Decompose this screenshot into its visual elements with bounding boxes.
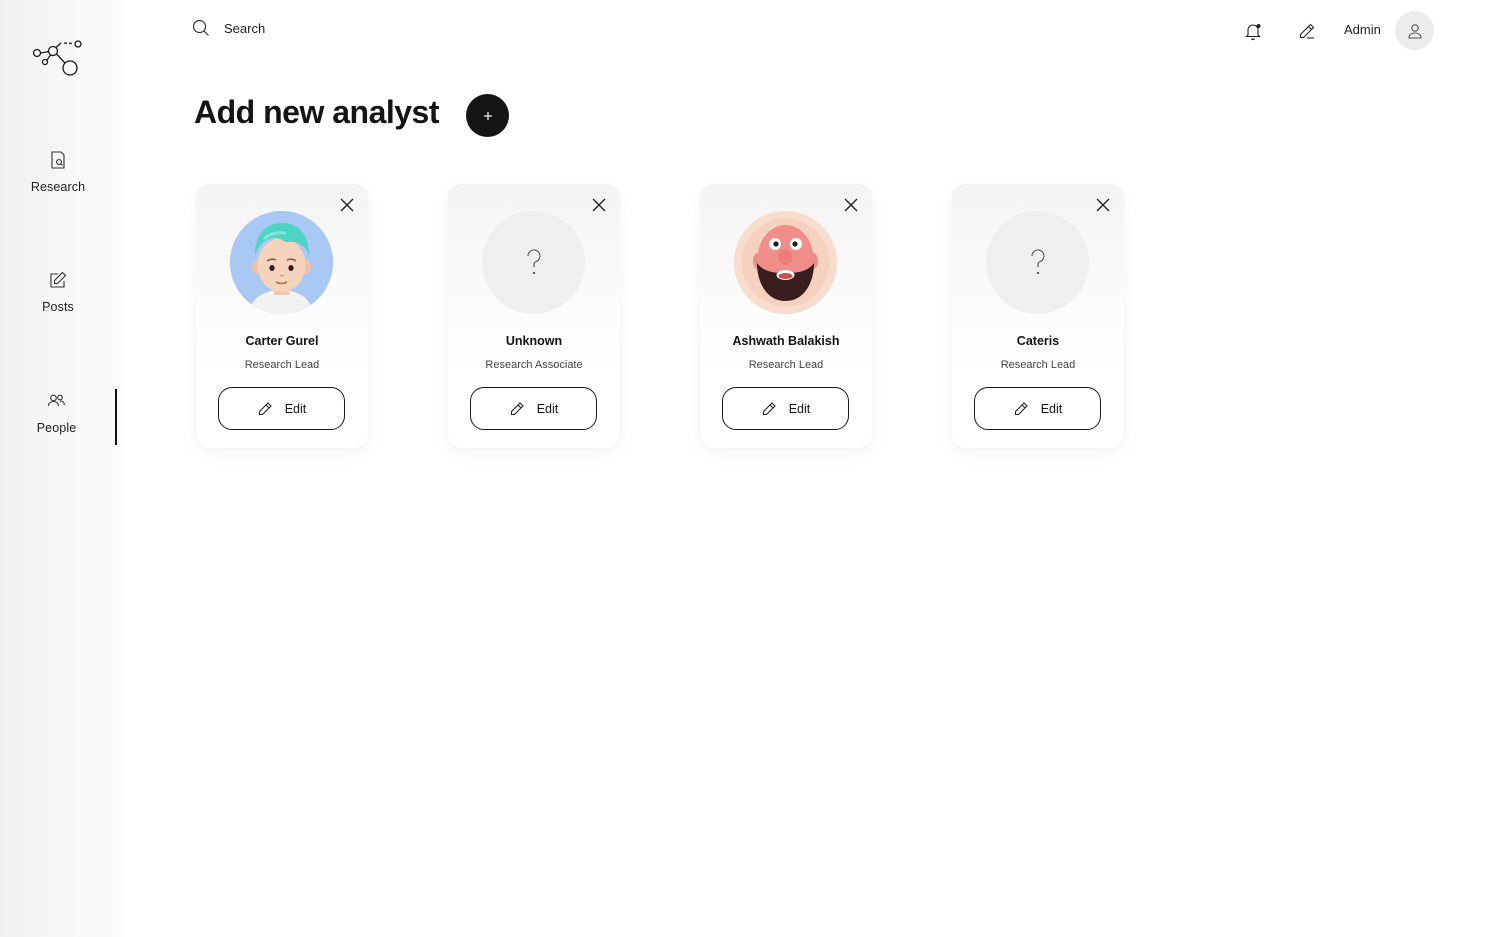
cartoon-avatar-bearded-face <box>734 211 837 314</box>
add-analyst-button[interactable] <box>466 94 509 137</box>
edit-button[interactable]: Edit <box>974 387 1101 430</box>
sidebar-item-label: Posts <box>42 300 74 314</box>
analyst-name: Ashwath Balakish <box>732 334 840 348</box>
analyst-name: Unknown <box>505 334 563 348</box>
close-icon[interactable] <box>842 196 860 214</box>
edit-label: Edit <box>788 401 811 416</box>
logo-icon[interactable] <box>30 36 86 78</box>
sidebar-item-label: Research <box>30 180 86 194</box>
search-icon <box>192 19 209 36</box>
notification-bell-icon[interactable] <box>1242 20 1264 42</box>
sidebar-item-posts[interactable]: Posts <box>0 269 116 333</box>
avatar-placeholder <box>482 211 585 314</box>
edit-pen-icon[interactable] <box>1296 20 1318 42</box>
analyst-name: Cateris <box>1016 334 1060 348</box>
sidebar-item-people[interactable]: People <box>0 390 116 454</box>
analyst-role: Research Lead <box>244 359 320 371</box>
cartoon-avatar-teal-hair <box>230 211 333 314</box>
analyst-card: Cateris Research Lead Edit <box>952 184 1124 448</box>
pencil-icon <box>258 401 272 415</box>
edit-button[interactable]: Edit <box>218 387 345 430</box>
edit-label: Edit <box>284 401 307 416</box>
people-icon <box>47 394 65 407</box>
close-icon[interactable] <box>338 196 356 214</box>
sidebar-item-label: People <box>36 421 77 435</box>
question-mark-icon <box>526 248 541 274</box>
pencil-icon <box>1014 401 1028 415</box>
avatar <box>734 211 837 314</box>
avatar <box>230 211 333 314</box>
sidebar-item-research[interactable]: Research <box>0 149 116 213</box>
user-avatar-button[interactable] <box>1395 11 1434 50</box>
research-icon <box>51 151 65 169</box>
sidebar: Research Posts People <box>0 0 130 937</box>
analyst-card: Unknown Research Associate Edit <box>448 184 620 448</box>
close-icon[interactable] <box>1094 196 1112 214</box>
analyst-name: Carter Gurel <box>245 334 319 348</box>
pencil-icon <box>510 401 524 415</box>
edit-button[interactable]: Edit <box>722 387 849 430</box>
plus-icon <box>483 111 492 120</box>
page-title: Add new analyst <box>194 94 440 130</box>
analyst-card: Carter Gurel Research Lead Edit <box>196 184 368 448</box>
question-mark-icon <box>1030 248 1045 274</box>
analyst-role: Research Lead <box>748 359 824 371</box>
analyst-role: Research Lead <box>1000 359 1076 371</box>
avatar-placeholder <box>986 211 1089 314</box>
active-nav-indicator <box>115 389 117 445</box>
posts-icon <box>50 271 67 288</box>
search-bar[interactable] <box>192 19 424 37</box>
edit-button[interactable]: Edit <box>470 387 597 430</box>
admin-label[interactable]: Admin <box>1344 22 1381 37</box>
edit-label: Edit <box>1040 401 1063 416</box>
close-icon[interactable] <box>590 196 608 214</box>
analyst-card: Ashwath Balakish Research Lead Edit <box>700 184 872 448</box>
analyst-role: Research Associate <box>485 359 583 371</box>
search-input[interactable] <box>224 20 424 36</box>
edit-label: Edit <box>536 401 559 416</box>
user-icon <box>1407 23 1422 39</box>
pencil-icon <box>762 401 776 415</box>
